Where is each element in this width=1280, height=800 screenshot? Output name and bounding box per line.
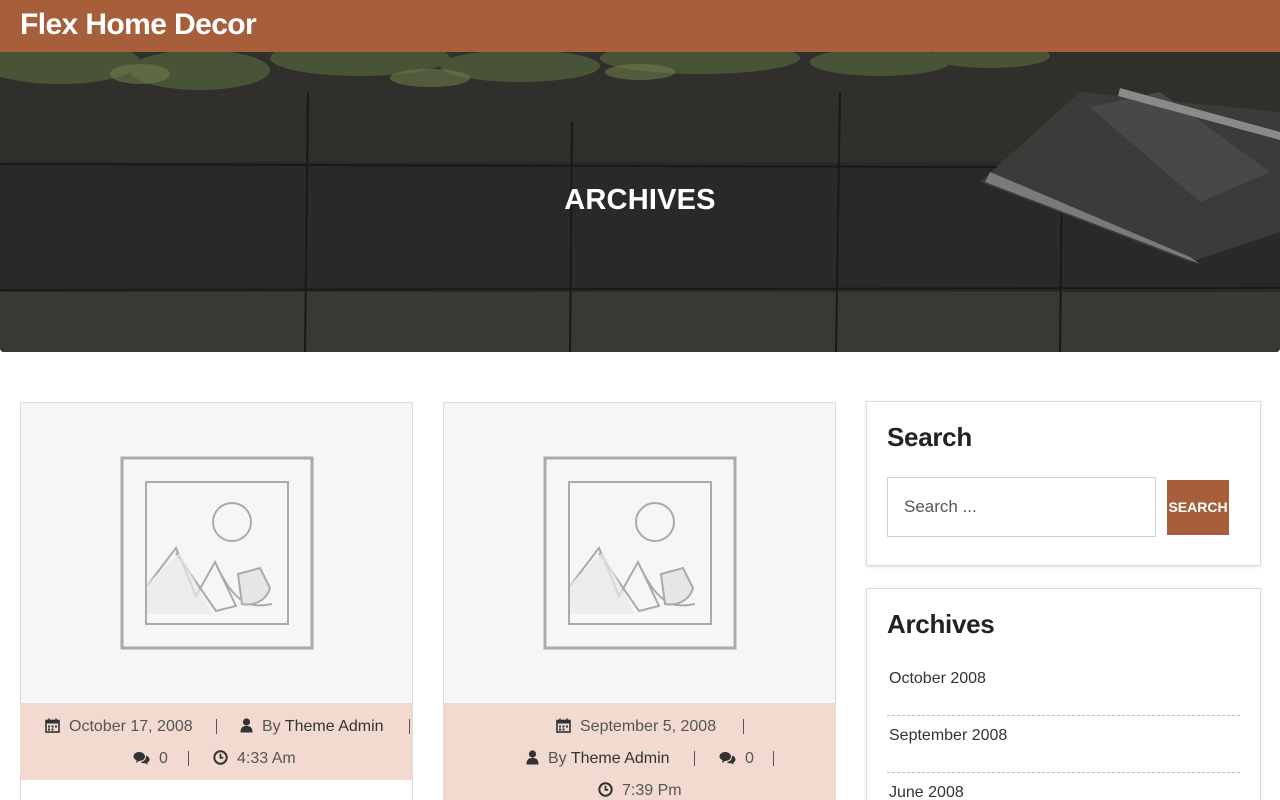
search-widget-title: Search — [887, 422, 972, 452]
archive-link-september-2008[interactable]: September 2008 — [887, 716, 1240, 773]
user-icon — [240, 718, 253, 733]
comments-icon — [133, 752, 150, 765]
meta-separator — [743, 719, 744, 734]
calendar-icon — [556, 718, 571, 733]
archive-link-october-2008[interactable]: October 2008 — [887, 659, 1240, 716]
post-meta: October 17, 2008 By Theme Admin 0 4:33 A… — [21, 703, 412, 780]
clock-icon — [213, 750, 228, 765]
post-comments[interactable]: 0 — [719, 749, 754, 769]
user-icon — [526, 750, 539, 765]
meta-separator — [409, 719, 410, 734]
hero-banner: ARCHIVES — [0, 52, 1280, 352]
post-comments[interactable]: 0 — [133, 749, 168, 769]
calendar-icon — [45, 718, 60, 733]
post-thumbnail[interactable] — [444, 403, 835, 703]
post-time: 4:33 Am — [213, 749, 296, 769]
comments-icon — [719, 752, 736, 765]
post-author[interactable]: By Theme Admin — [240, 717, 384, 737]
meta-separator — [773, 751, 774, 766]
archives-widget: Archives October 2008 September 2008 Jun… — [866, 588, 1261, 800]
post-card: September 5, 2008 By Theme Admin 0 7:39 … — [443, 402, 836, 800]
meta-separator — [694, 751, 695, 766]
image-placeholder-icon — [543, 456, 737, 650]
clock-icon — [598, 782, 613, 797]
search-input[interactable] — [887, 477, 1156, 537]
meta-separator — [216, 719, 217, 734]
post-date[interactable]: October 17, 2008 — [45, 717, 193, 737]
post-author[interactable]: By Theme Admin — [526, 749, 670, 769]
post-meta: September 5, 2008 By Theme Admin 0 7:39 … — [444, 703, 835, 800]
post-thumbnail[interactable] — [21, 403, 412, 703]
meta-separator — [188, 751, 189, 766]
search-widget: Search SEARCH — [866, 401, 1261, 566]
page-title: ARCHIVES — [564, 184, 716, 216]
site-header: Flex Home Decor — [0, 0, 1280, 52]
image-placeholder-icon — [120, 456, 314, 650]
post-time: 7:39 Pm — [598, 781, 682, 800]
site-title[interactable]: Flex Home Decor — [20, 8, 257, 42]
post-card: October 17, 2008 By Theme Admin 0 4:33 A… — [20, 402, 413, 800]
archives-list: October 2008 September 2008 June 2008 — [887, 659, 1240, 800]
archive-link-june-2008[interactable]: June 2008 — [887, 773, 1240, 800]
archives-widget-title: Archives — [887, 609, 995, 639]
search-button[interactable]: SEARCH — [1167, 480, 1229, 535]
post-date[interactable]: September 5, 2008 — [556, 717, 716, 737]
